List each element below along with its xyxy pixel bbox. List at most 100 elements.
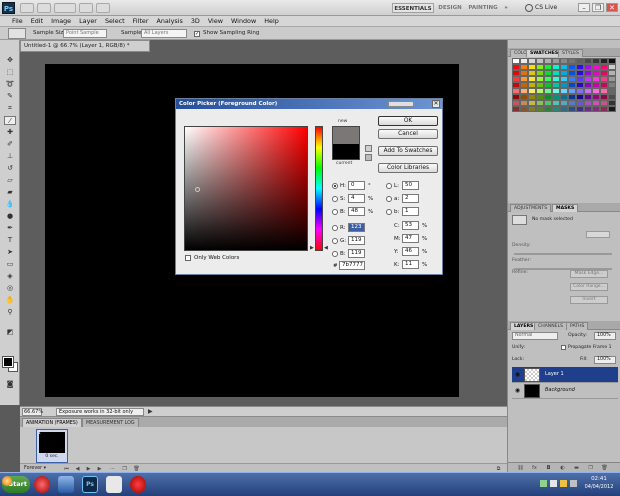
hue-slider[interactable]	[315, 126, 323, 251]
radio-l[interactable]	[386, 183, 392, 189]
lasso-tool-icon[interactable]: ➰	[4, 80, 16, 89]
tool-preset-picker[interactable]	[8, 28, 26, 39]
tab-masks[interactable]: MASKS	[552, 204, 579, 212]
brush-tool-icon[interactable]: ✐	[4, 140, 16, 149]
clock-time[interactable]: 02:41	[584, 476, 614, 482]
healing-brush-tool-icon[interactable]: ✚	[4, 128, 16, 137]
gamut-cube-icon[interactable]	[365, 154, 372, 161]
blend-mode-dropdown[interactable]: Normal	[512, 332, 558, 340]
radio-b[interactable]	[332, 209, 338, 215]
swatch-cell[interactable]	[552, 106, 560, 112]
field-y[interactable]: 46	[402, 247, 419, 256]
tab-channels[interactable]: CHANNELS	[534, 322, 568, 330]
3d-orbit-tool-icon[interactable]: ◎	[4, 284, 16, 293]
restore-button[interactable]: ❐	[592, 3, 604, 12]
default-colors-icon[interactable]: ◩	[4, 328, 16, 337]
radio-h[interactable]	[332, 183, 338, 189]
ok-button[interactable]: OK	[378, 116, 438, 126]
hue-slider-arrow-right-icon[interactable]: ◀	[324, 246, 328, 251]
menu-window[interactable]: Window	[227, 16, 260, 26]
radio-blue[interactable]	[332, 251, 338, 257]
tab-adjustments[interactable]: ADJUSTMENTS	[510, 204, 552, 212]
only-web-colors-checkbox[interactable]	[185, 255, 191, 261]
opacity-field[interactable]: 100%	[594, 332, 616, 340]
pixel-mask-button[interactable]	[586, 231, 610, 238]
gradient-tool-icon[interactable]: ▰	[4, 188, 16, 197]
menu-edit[interactable]: Edit	[27, 16, 47, 26]
workspace-essentials[interactable]: ESSENTIALS	[392, 3, 434, 13]
field-r[interactable]: 123	[348, 223, 365, 232]
tray-icon[interactable]	[540, 480, 547, 487]
density-slider[interactable]	[514, 253, 612, 255]
radio-g[interactable]	[332, 238, 338, 244]
opera-icon[interactable]	[130, 476, 146, 493]
field-g[interactable]: 119	[348, 236, 365, 245]
tab-measurement-log[interactable]: MEASUREMENT LOG	[82, 418, 139, 427]
cs-live-button[interactable]: CS Live	[535, 3, 557, 13]
photoshop-taskbar-icon[interactable]: Ps	[82, 476, 98, 493]
zoom-field[interactable]: 66.67%	[22, 408, 43, 416]
eraser-tool-icon[interactable]: ▱	[4, 176, 16, 185]
menu-filter[interactable]: Filter	[129, 16, 153, 26]
menu-image[interactable]: Image	[47, 16, 75, 26]
move-tool-icon[interactable]: ✥	[4, 56, 16, 65]
quick-select-tool-icon[interactable]: ✎	[4, 92, 16, 101]
sample-dropdown[interactable]: All Layers	[141, 29, 187, 38]
menu-3d[interactable]: 3D	[187, 16, 204, 26]
launch-mini-bridge-button[interactable]	[37, 3, 51, 13]
eye-icon[interactable]: ◉	[514, 371, 521, 378]
menu-layer[interactable]: Layer	[75, 16, 101, 26]
field-b[interactable]: 48	[348, 207, 365, 216]
field-c[interactable]: 53	[402, 221, 419, 230]
radio-r[interactable]	[332, 225, 338, 231]
field-k[interactable]: 11	[402, 260, 419, 269]
menu-view[interactable]: View	[204, 16, 227, 26]
tab-paths[interactable]: PATHS	[566, 322, 589, 330]
volume-icon[interactable]	[570, 480, 577, 487]
hand-tool-button[interactable]	[79, 3, 93, 13]
pen-tool-icon[interactable]: ✒	[4, 224, 16, 233]
shape-tool-icon[interactable]: ▭	[4, 260, 16, 269]
saturation-brightness-field[interactable]	[184, 126, 308, 251]
swatch-cell[interactable]	[576, 106, 584, 112]
new-layer-icon[interactable]: ❐	[586, 464, 595, 472]
show-sampling-ring-checkbox[interactable]: ✓	[194, 31, 200, 37]
calendar-icon[interactable]	[106, 476, 122, 493]
clock-date[interactable]: 04/04/2012	[584, 484, 614, 490]
swatch-cell[interactable]	[528, 106, 536, 112]
animation-frame[interactable]: 1 0 sec.	[36, 429, 68, 463]
quick-mask-icon[interactable]: ◙	[4, 380, 16, 389]
close-app-button[interactable]: ✕	[606, 3, 618, 12]
propagate-frame-checkbox[interactable]	[561, 345, 566, 350]
radio-a[interactable]	[386, 196, 392, 202]
tray-icon[interactable]	[550, 480, 557, 487]
field-blue[interactable]: 119	[348, 249, 365, 258]
hand-tool-icon[interactable]: ✋	[4, 296, 16, 305]
menu-select[interactable]: Select	[101, 16, 129, 26]
zoom-tool-icon[interactable]: ⚲	[4, 308, 16, 317]
launch-bridge-button[interactable]	[20, 3, 34, 13]
field-lab-b[interactable]: 1	[402, 207, 419, 216]
crop-tool-icon[interactable]: ⌗	[4, 104, 16, 113]
color-marker[interactable]	[195, 187, 200, 192]
sample-size-dropdown[interactable]: Point Sample	[63, 29, 107, 38]
new-group-icon[interactable]: ▬	[572, 464, 581, 472]
3d-rotate-tool-icon[interactable]: ◈	[4, 272, 16, 281]
zoom-level-dropdown[interactable]	[54, 3, 76, 13]
swatch-cell[interactable]	[592, 106, 600, 112]
tray-icon[interactable]	[560, 480, 567, 487]
tab-swatches[interactable]: SWATCHES	[526, 49, 563, 57]
link-layers-icon[interactable]: ⛓	[516, 464, 525, 472]
foreground-color-swatch[interactable]	[2, 356, 14, 368]
invert-button[interactable]: Invert	[570, 296, 608, 304]
swatch-cell[interactable]	[584, 106, 592, 112]
field-h[interactable]: 0	[348, 181, 365, 190]
color-libraries-button[interactable]: Color Libraries	[378, 163, 438, 173]
swatch-cell[interactable]	[544, 106, 552, 112]
field-l[interactable]: 50	[402, 181, 419, 190]
swatch-cell[interactable]	[608, 106, 616, 112]
swatch-cell[interactable]	[600, 106, 608, 112]
history-brush-tool-icon[interactable]: ↺	[4, 164, 16, 173]
menu-analysis[interactable]: Analysis	[152, 16, 186, 26]
tab-animation-frames[interactable]: ANIMATION (FRAMES)	[22, 418, 82, 427]
